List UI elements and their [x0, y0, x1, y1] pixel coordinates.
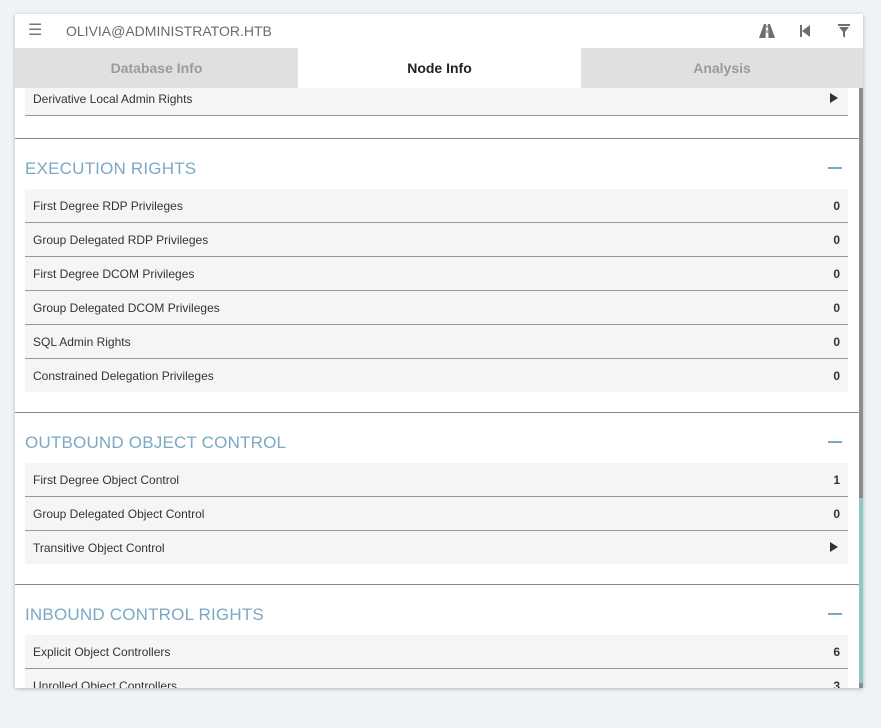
section-divider: [15, 138, 859, 139]
section-divider: [15, 412, 859, 413]
list-item[interactable]: First Degree RDP Privileges 0: [25, 189, 848, 223]
list-item-transitive-object-control[interactable]: Transitive Object Control: [25, 531, 848, 564]
section-title-inbound-control-rights: INBOUND CONTROL RIGHTS: [25, 605, 264, 624]
road-icon[interactable]: [758, 22, 776, 40]
scrollbar[interactable]: [859, 88, 863, 688]
row-label: First Degree DCOM Privileges: [33, 267, 195, 281]
row-value: 0: [833, 267, 840, 281]
section-divider: [15, 584, 859, 585]
row-label: Group Delegated RDP Privileges: [33, 233, 209, 247]
list-item[interactable]: Group Delegated RDP Privileges 0: [25, 223, 848, 257]
list-item[interactable]: Unrolled Object Controllers 3: [25, 669, 848, 688]
panel-tabs: Database Info Node Info Analysis: [15, 48, 863, 88]
row-value: 1: [833, 473, 840, 487]
row-value: 0: [833, 233, 840, 247]
row-value: 0: [833, 335, 840, 349]
row-value: 0: [833, 199, 840, 213]
row-label: First Degree Object Control: [33, 473, 180, 487]
list-item[interactable]: First Degree Object Control 1: [25, 463, 848, 497]
row-value: 0: [833, 369, 840, 383]
collapse-icon[interactable]: [828, 441, 842, 443]
row-value: 3: [833, 679, 840, 688]
row-value: 0: [833, 301, 840, 315]
node-search-input[interactable]: [66, 22, 626, 40]
expand-arrow-icon: [830, 542, 838, 552]
scrollbar-thumb[interactable]: [859, 498, 863, 683]
hamburger-icon[interactable]: ☰: [28, 23, 42, 39]
row-label: First Degree RDP Privileges: [33, 199, 183, 213]
expand-arrow-icon: [830, 93, 838, 103]
list-item[interactable]: Explicit Object Controllers 6: [25, 635, 848, 669]
list-item[interactable]: Group Delegated Object Control 0: [25, 497, 848, 531]
row-label: Group Delegated DCOM Privileges: [33, 301, 220, 315]
row-label: Derivative Local Admin Rights: [33, 92, 193, 106]
filter-icon[interactable]: [835, 22, 853, 40]
list-item[interactable]: Group Delegated DCOM Privileges 0: [25, 291, 848, 325]
collapse-icon[interactable]: [828, 613, 842, 615]
list-item[interactable]: SQL Admin Rights 0: [25, 325, 848, 359]
tab-database-info[interactable]: Database Info: [15, 48, 298, 88]
row-label: Constrained Delegation Privileges: [33, 369, 214, 383]
section-title-outbound-object-control: OUTBOUND OBJECT CONTROL: [25, 433, 287, 452]
tab-analysis[interactable]: Analysis: [581, 48, 863, 88]
row-label: Unrolled Object Controllers: [33, 679, 178, 688]
row-label: Transitive Object Control: [33, 541, 165, 555]
row-label: Group Delegated Object Control: [33, 507, 205, 521]
list-item[interactable]: Constrained Delegation Privileges 0: [25, 359, 848, 392]
row-value: 6: [833, 645, 840, 659]
section-title-execution-rights: EXECUTION RIGHTS: [25, 159, 197, 178]
list-item-derivative-local-admin[interactable]: Derivative Local Admin Rights: [25, 88, 848, 116]
collapse-icon[interactable]: [828, 167, 842, 169]
list-item[interactable]: First Degree DCOM Privileges 0: [25, 257, 848, 291]
node-info-content: Derivative Local Admin Rights EXECUTION …: [15, 88, 859, 688]
row-label: Explicit Object Controllers: [33, 645, 171, 659]
node-info-panel: ☰ Database Info Node Info Analys: [15, 14, 863, 688]
search-bar: ☰: [15, 14, 863, 48]
step-backward-icon[interactable]: [796, 22, 814, 40]
row-label: SQL Admin Rights: [33, 335, 131, 349]
tab-node-info[interactable]: Node Info: [298, 48, 581, 88]
row-value: 0: [833, 507, 840, 521]
